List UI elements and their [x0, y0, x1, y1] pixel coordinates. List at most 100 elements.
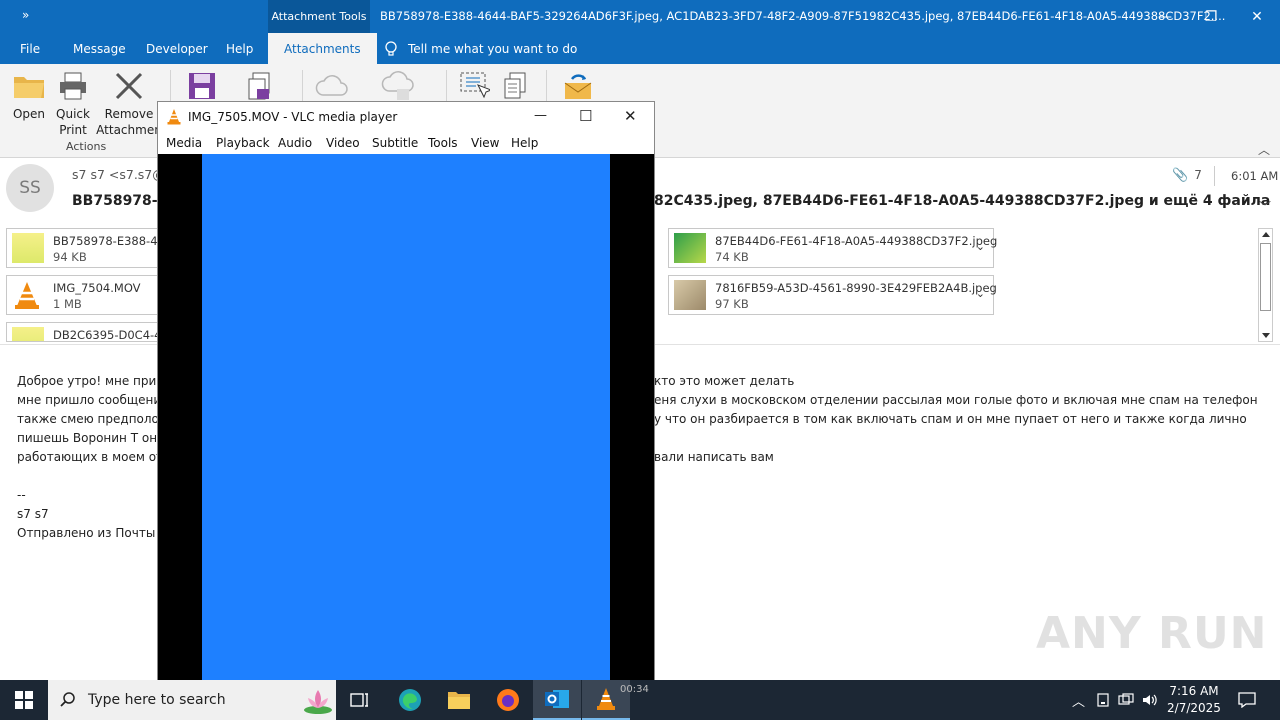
vlc-maximize-button[interactable]: ☐ [579, 107, 592, 125]
tab-help[interactable]: Help [226, 33, 253, 64]
image-thumbnail [674, 233, 706, 263]
quick-print-button[interactable]: Quick Print [52, 70, 94, 138]
restore-button[interactable]: ❐ [1188, 0, 1234, 33]
vlc-cone-icon [12, 280, 44, 310]
clock-time: 7:16 AM [1169, 684, 1219, 698]
attachment-size: 74 KB [715, 250, 749, 264]
collapse-ribbon-chevron-icon[interactable]: ︿ [1258, 141, 1270, 158]
scrollbar-thumb[interactable] [1260, 243, 1271, 311]
tab-attachments[interactable]: Attachments [268, 33, 377, 64]
outlook-title-bar: » Attachment Tools BB758978-E388-4644-BA… [0, 0, 1280, 33]
vlc-window[interactable]: IMG_7505.MOV - VLC media player — ☐ ✕ Me… [157, 101, 655, 682]
attachments-scrollbar[interactable] [1258, 228, 1273, 342]
lotus-flower-icon [304, 690, 332, 714]
vlc-video-area[interactable] [158, 154, 654, 682]
remove-attachment-button[interactable]: Remove Attachmen [96, 70, 162, 138]
attachment-name: DB2C6395-D0C4-46 [53, 328, 166, 342]
open-button[interactable]: Open [8, 70, 50, 122]
header-divider [1214, 166, 1215, 186]
save-icon [185, 70, 219, 102]
attachment-item[interactable]: 7816FB59-A53D-4561-8990-3E429FEB2A4B.jpe… [668, 275, 997, 315]
body-line: Доброе утро! мне при [17, 374, 157, 388]
anyrun-watermark: ANY RUN [1036, 608, 1268, 659]
vlc-menu-view[interactable]: View [471, 136, 499, 150]
firefox-icon [497, 689, 519, 711]
lightbulb-icon [385, 40, 397, 56]
video-frame [202, 154, 610, 682]
start-button[interactable] [0, 680, 48, 720]
avatar: SS [6, 164, 54, 212]
body-line: пишешь Воронин Т он [17, 431, 158, 445]
taskbar-search-box[interactable]: Type here to search [48, 680, 336, 720]
chevron-down-icon[interactable]: ⌄ [976, 287, 985, 300]
cloud-upload-icon [381, 70, 415, 102]
vlc-close-button[interactable]: ✕ [624, 107, 637, 125]
chevron-down-icon[interactable]: ⌄ [976, 240, 985, 253]
attachment-tools-context-label: Attachment Tools [268, 0, 370, 33]
clock-date: 2/7/2025 [1167, 701, 1221, 715]
body-line: мне пришло сообщени [17, 393, 162, 407]
attachment-item[interactable]: BB758978-E388-4644 94 KB [6, 228, 179, 268]
vlc-menu-audio[interactable]: Audio [278, 136, 312, 150]
attachment-name: IMG_7504.MOV [53, 281, 141, 295]
search-placeholder: Type here to search [88, 692, 226, 708]
attachment-count: 📎 7 [1172, 168, 1202, 183]
quick-print-label-1: Quick [56, 107, 90, 121]
device-icon[interactable] [1096, 680, 1110, 720]
firefox-taskbar-button[interactable] [484, 680, 532, 720]
attachment-size: 97 KB [715, 297, 749, 311]
vlc-menu-video[interactable]: Video [326, 136, 360, 150]
remove-label-1: Remove [104, 107, 154, 121]
vlc-menu-help[interactable]: Help [511, 136, 538, 150]
vlc-minimize-button[interactable]: — [534, 108, 547, 123]
volume-icon[interactable] [1142, 680, 1158, 720]
quick-access-toolbar-button[interactable]: » [22, 8, 29, 22]
vlc-menu-playback[interactable]: Playback [216, 136, 270, 150]
show-hidden-icons-chevron-icon[interactable]: ︿ [1072, 680, 1085, 720]
tab-file[interactable]: File [20, 33, 40, 64]
attachment-count-value: 7 [1194, 168, 1202, 182]
remove-label-2: Attachmen [96, 123, 162, 137]
body-line: у что он разбирается в том как включать … [654, 412, 1247, 426]
attachment-item[interactable]: DB2C6395-D0C4-46 [6, 322, 166, 342]
network-icon[interactable] [1118, 680, 1134, 720]
message-time: 6:01 AM [1231, 169, 1279, 183]
close-button[interactable]: ✕ [1234, 0, 1280, 33]
attachment-item[interactable]: IMG_7504.MOV 1 MB [6, 275, 166, 315]
image-thumbnail [674, 280, 706, 310]
expand-header-chevron-icon[interactable]: ﹀ [1259, 198, 1271, 215]
attachment-name: 7816FB59-A53D-4561-8990-3E429FEB2A4B.jpe… [715, 281, 997, 295]
vlc-menu-subtitle[interactable]: Subtitle [372, 136, 418, 150]
remove-x-icon [112, 70, 146, 102]
sender-name[interactable]: s7 s7 <s7.s7@ [72, 167, 165, 182]
vlc-title-bar[interactable]: IMG_7505.MOV - VLC media player — ☐ ✕ [158, 102, 654, 132]
vlc-menu-tools[interactable]: Tools [428, 136, 458, 150]
outlook-taskbar-button[interactable] [533, 680, 581, 720]
tab-message[interactable]: Message [73, 33, 126, 64]
window-title: BB758978-E388-4644-BAF5-329264AD6F3F.jpe… [380, 9, 1226, 23]
task-view-button[interactable] [336, 680, 384, 720]
tab-developer[interactable]: Developer [146, 33, 208, 64]
vlc-menu-media[interactable]: Media [166, 136, 202, 150]
tell-me-search[interactable]: Tell me what you want to do [384, 33, 577, 64]
ribbon-tabs: File Message Developer Help Attachments … [0, 33, 1280, 64]
vlc-menu-bar: Media Playback Audio Video Subtitle Tool… [158, 132, 654, 154]
cloud-icon [315, 70, 349, 102]
signature-separator: -- [17, 488, 26, 502]
file-explorer-taskbar-button[interactable] [435, 680, 483, 720]
task-view-icon [350, 693, 368, 707]
windows-logo-icon [15, 691, 33, 709]
taskbar-clock[interactable]: 7:16 AM 2/7/2025 [1162, 683, 1226, 717]
notifications-icon[interactable] [1238, 680, 1256, 720]
image-thumbnail [12, 233, 44, 263]
edge-taskbar-button[interactable] [386, 680, 434, 720]
scroll-up-icon[interactable] [1262, 232, 1270, 237]
vlc-cone-icon [597, 688, 615, 710]
scroll-down-icon[interactable] [1262, 333, 1270, 338]
body-line: еня слухи в московском отделении рассыла… [654, 393, 1258, 407]
body-line: работающих в моем от [17, 450, 164, 464]
message-subject-continued: 82C435.jpeg, 87EB44D6-FE61-4F18-A0A5-449… [654, 193, 1271, 209]
minimize-button[interactable]: — [1142, 0, 1188, 33]
tell-me-label: Tell me what you want to do [408, 41, 578, 56]
attachment-item[interactable]: 87EB44D6-FE61-4F18-A0A5-449388CD37F2.jpe… [668, 228, 997, 268]
